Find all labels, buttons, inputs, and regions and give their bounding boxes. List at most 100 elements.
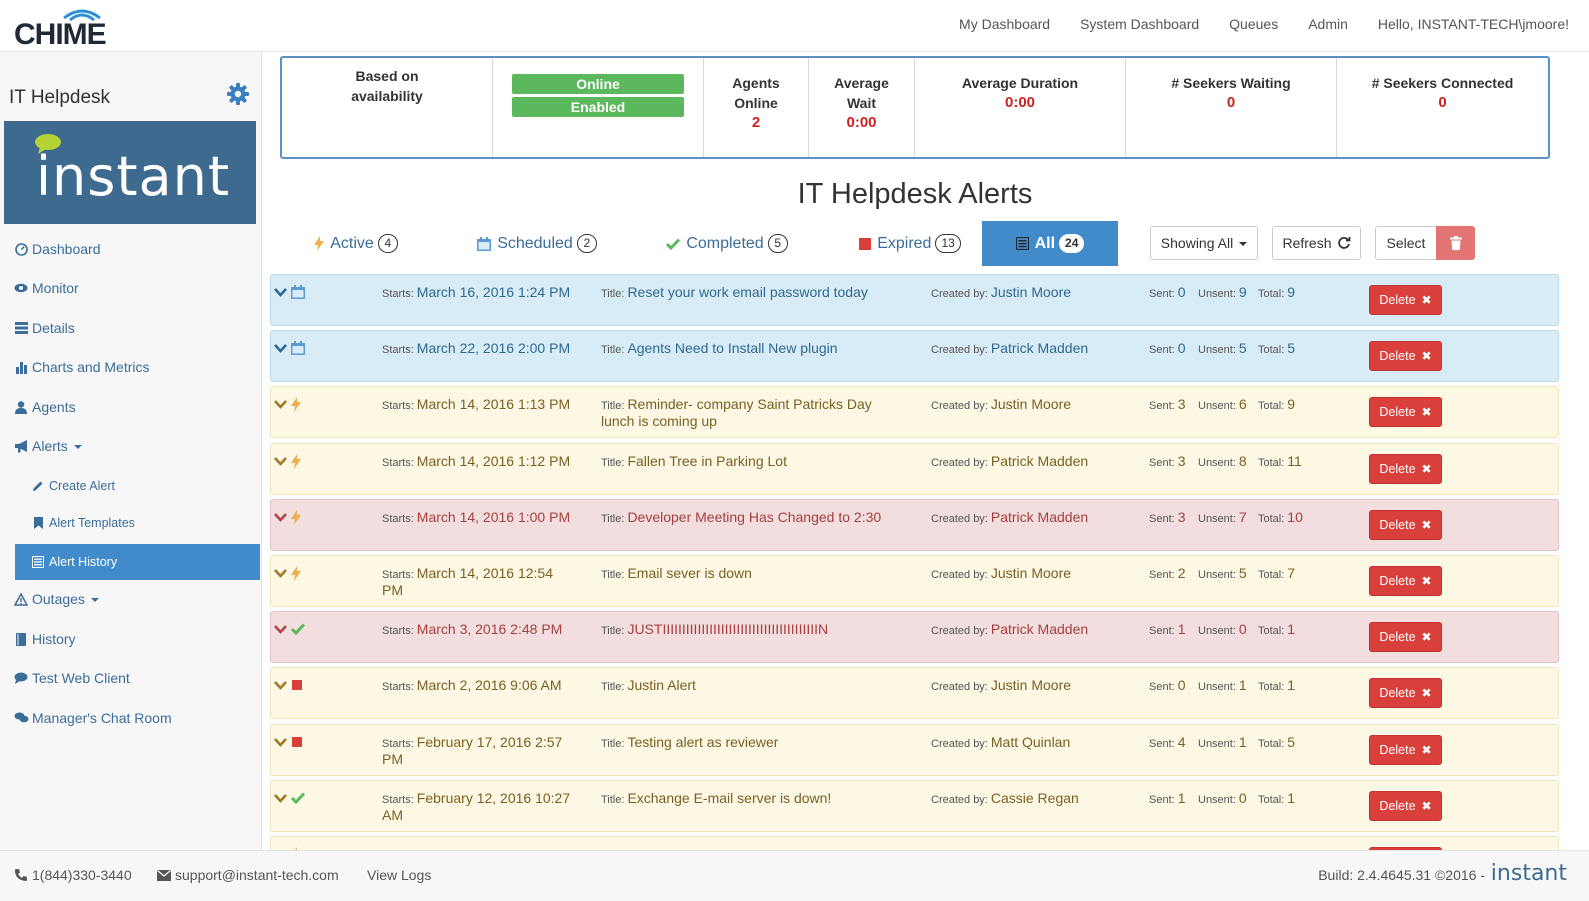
alert-sent-value: 0 — [1177, 340, 1186, 357]
chevron-down-icon[interactable] — [274, 737, 287, 748]
table-row[interactable]: Starts: March 14, 2016 1:00 PM Title: Devel… — [270, 498, 1559, 551]
alert-total-value: 1 — [1287, 677, 1296, 694]
delete-button[interactable]: Delete ✖ — [1369, 566, 1442, 596]
unsent-key: Unsent: — [1198, 344, 1236, 357]
delete-button[interactable]: Delete ✖ — [1369, 678, 1442, 709]
created-key: Created by: — [931, 512, 988, 525]
chevron-down-icon[interactable] — [274, 399, 287, 410]
agents-online-stat: Agents Online 2 — [704, 58, 809, 157]
delete-button[interactable]: Delete ✖ — [1369, 285, 1442, 315]
delete-button[interactable]: Delete ✖ — [1369, 341, 1442, 372]
table-row[interactable]: Starts: March 14, 2016 12:54 PM Title: Emai… — [270, 555, 1559, 607]
sidebar-item-agents[interactable]: Agents — [0, 390, 262, 424]
created-key: Created by: — [931, 681, 988, 694]
tab-active[interactable]: Active 4 — [270, 221, 442, 266]
alert-starts-value: March 14, 2016 1:13 PM — [416, 396, 571, 413]
title-key: Title: — [601, 400, 625, 413]
table-row[interactable]: Starts: March 2, 2016 9:06 AM Title: Justin… — [270, 667, 1559, 720]
chevron-down-icon[interactable] — [274, 456, 287, 467]
table-row[interactable]: Starts: February 12, 2016 10:27 AM Title: E… — [270, 779, 1559, 832]
status-online-badge[interactable]: Online — [512, 74, 684, 94]
refresh-button[interactable]: Refresh — [1272, 226, 1361, 260]
sidebar-item-alert-templates[interactable]: Alert Templates — [0, 506, 262, 540]
nav-queues[interactable]: Queues — [1229, 16, 1278, 32]
bulk-delete-button[interactable] — [1436, 226, 1475, 260]
sidebar-item-dashboard[interactable]: Dashboard — [0, 232, 262, 266]
alert-total: Total: 5 — [1258, 734, 1295, 752]
alert-total-value: 7 — [1287, 565, 1296, 581]
select-button[interactable]: Select — [1375, 226, 1437, 260]
count-badge: 2 — [576, 234, 597, 253]
chime-logo[interactable]: CHIME — [14, 6, 124, 51]
table-row[interactable]: Starts: March 14, 2016 1:12 PM Title: Falle… — [270, 442, 1559, 495]
chevron-down-icon[interactable] — [274, 680, 287, 691]
delete-label: Delete — [1379, 349, 1416, 364]
chevron-down-icon[interactable] — [274, 512, 287, 523]
chevron-down-icon[interactable] — [274, 793, 287, 804]
table-row[interactable]: Starts:Title:Created by:Sent:Unsent:Tota… — [270, 836, 1559, 850]
tab-completed[interactable]: Completed 5 — [641, 221, 813, 266]
table-row[interactable]: Starts: March 22, 2016 2:00 PM Title: Agent… — [270, 330, 1559, 383]
lightning-icon — [314, 236, 325, 251]
count-badge: 24 — [1059, 234, 1085, 253]
sidebar-item-alerts[interactable]: Alerts — [0, 429, 262, 463]
status-enabled-badge[interactable]: Enabled — [512, 97, 684, 117]
sidebar-item-charts-and-metrics[interactable]: Charts and Metrics — [0, 350, 262, 384]
sidebar-item-test-web-client[interactable]: Test Web Client — [0, 661, 262, 695]
chevron-down-icon — [73, 445, 82, 449]
sent-key: Sent: — [1149, 625, 1175, 638]
alert-created-by-value: Justin Moore — [990, 284, 1072, 300]
sidebar: IT Helpdesk instant Dashboard Monitor De… — [0, 52, 262, 850]
support-phone[interactable]: 1(844)330-3440 — [14, 867, 132, 883]
sidebar-item-history[interactable]: History — [0, 622, 262, 656]
nav-admin[interactable]: Admin — [1308, 16, 1348, 32]
chevron-down-icon[interactable] — [274, 343, 287, 354]
delete-button[interactable]: Delete ✖ — [1369, 790, 1442, 821]
alert-title-value: Email sever is down — [627, 565, 752, 581]
total-key: Total: — [1258, 512, 1285, 525]
nav-my-dashboard[interactable]: My Dashboard — [959, 16, 1050, 32]
chevron-down-icon[interactable] — [274, 287, 287, 298]
trash-icon — [1449, 236, 1462, 250]
alert-starts: Starts: March 14, 2016 1:00 PM — [382, 509, 572, 527]
sidebar-item-alert-history[interactable]: Alert History — [15, 544, 260, 580]
agents-online-label: Agents Online — [732, 75, 780, 111]
unsent-key: Unsent: — [1198, 681, 1236, 694]
sidebar-item-create-alert[interactable]: Create Alert — [0, 469, 262, 503]
sidebar-item-managers-chat-room[interactable]: Manager's Chat Room — [0, 701, 262, 735]
support-email[interactable]: support@instant-tech.com — [157, 867, 339, 883]
sidebar-item-monitor[interactable]: Monitor — [0, 271, 262, 305]
total-key: Total: — [1258, 344, 1285, 357]
delete-button[interactable]: Delete ✖ — [1369, 397, 1442, 428]
calendar-icon — [291, 285, 305, 299]
table-row[interactable]: Starts: March 14, 2016 1:13 PM Title: Remin… — [270, 386, 1559, 439]
nav-user-greeting[interactable]: Hello, INSTANT-TECH\jmoore! — [1378, 16, 1569, 32]
tab-scheduled[interactable]: Scheduled 2 — [451, 221, 623, 266]
sent-key: Sent: — [1149, 456, 1175, 469]
delete-button[interactable]: Delete ✖ — [1369, 509, 1442, 540]
tab-label: Active — [330, 234, 374, 252]
tab-expired[interactable]: Expired 13 — [824, 221, 996, 266]
total-key: Total: — [1258, 625, 1285, 638]
unsent-key: Unsent: — [1198, 625, 1236, 638]
count-badge: 13 — [935, 234, 961, 253]
table-row[interactable]: Starts: March 3, 2016 2:48 PM Title: JUSTII… — [270, 611, 1559, 664]
nav-system-dashboard[interactable]: System Dashboard — [1080, 16, 1199, 32]
chevron-down-icon[interactable] — [274, 568, 287, 579]
table-row[interactable]: Starts: March 16, 2016 1:24 PM Title: Reset… — [270, 274, 1559, 326]
chevron-down-icon[interactable] — [274, 624, 287, 635]
delete-button[interactable]: Delete ✖ — [1369, 453, 1442, 484]
showing-filter-dropdown[interactable]: Showing All — [1150, 226, 1258, 260]
close-icon: ✖ — [1421, 574, 1432, 588]
tab-all[interactable]: All 24 — [982, 221, 1118, 266]
delete-button[interactable]: Delete ✖ — [1369, 734, 1442, 765]
view-logs-link[interactable]: View Logs — [367, 867, 431, 883]
delete-button[interactable]: Delete ✖ — [1369, 622, 1442, 653]
seekers-waiting-value: 0 — [1226, 94, 1236, 111]
sidebar-item-outages[interactable]: Outages — [0, 582, 262, 616]
gear-icon[interactable] — [226, 82, 250, 106]
average-wait-label: Average Wait — [834, 75, 889, 111]
sidebar-item-details[interactable]: Details — [0, 311, 262, 345]
tab-label: Expired — [877, 234, 932, 252]
table-row[interactable]: Starts: February 17, 2016 2:57 PM Title: Te… — [270, 723, 1559, 776]
